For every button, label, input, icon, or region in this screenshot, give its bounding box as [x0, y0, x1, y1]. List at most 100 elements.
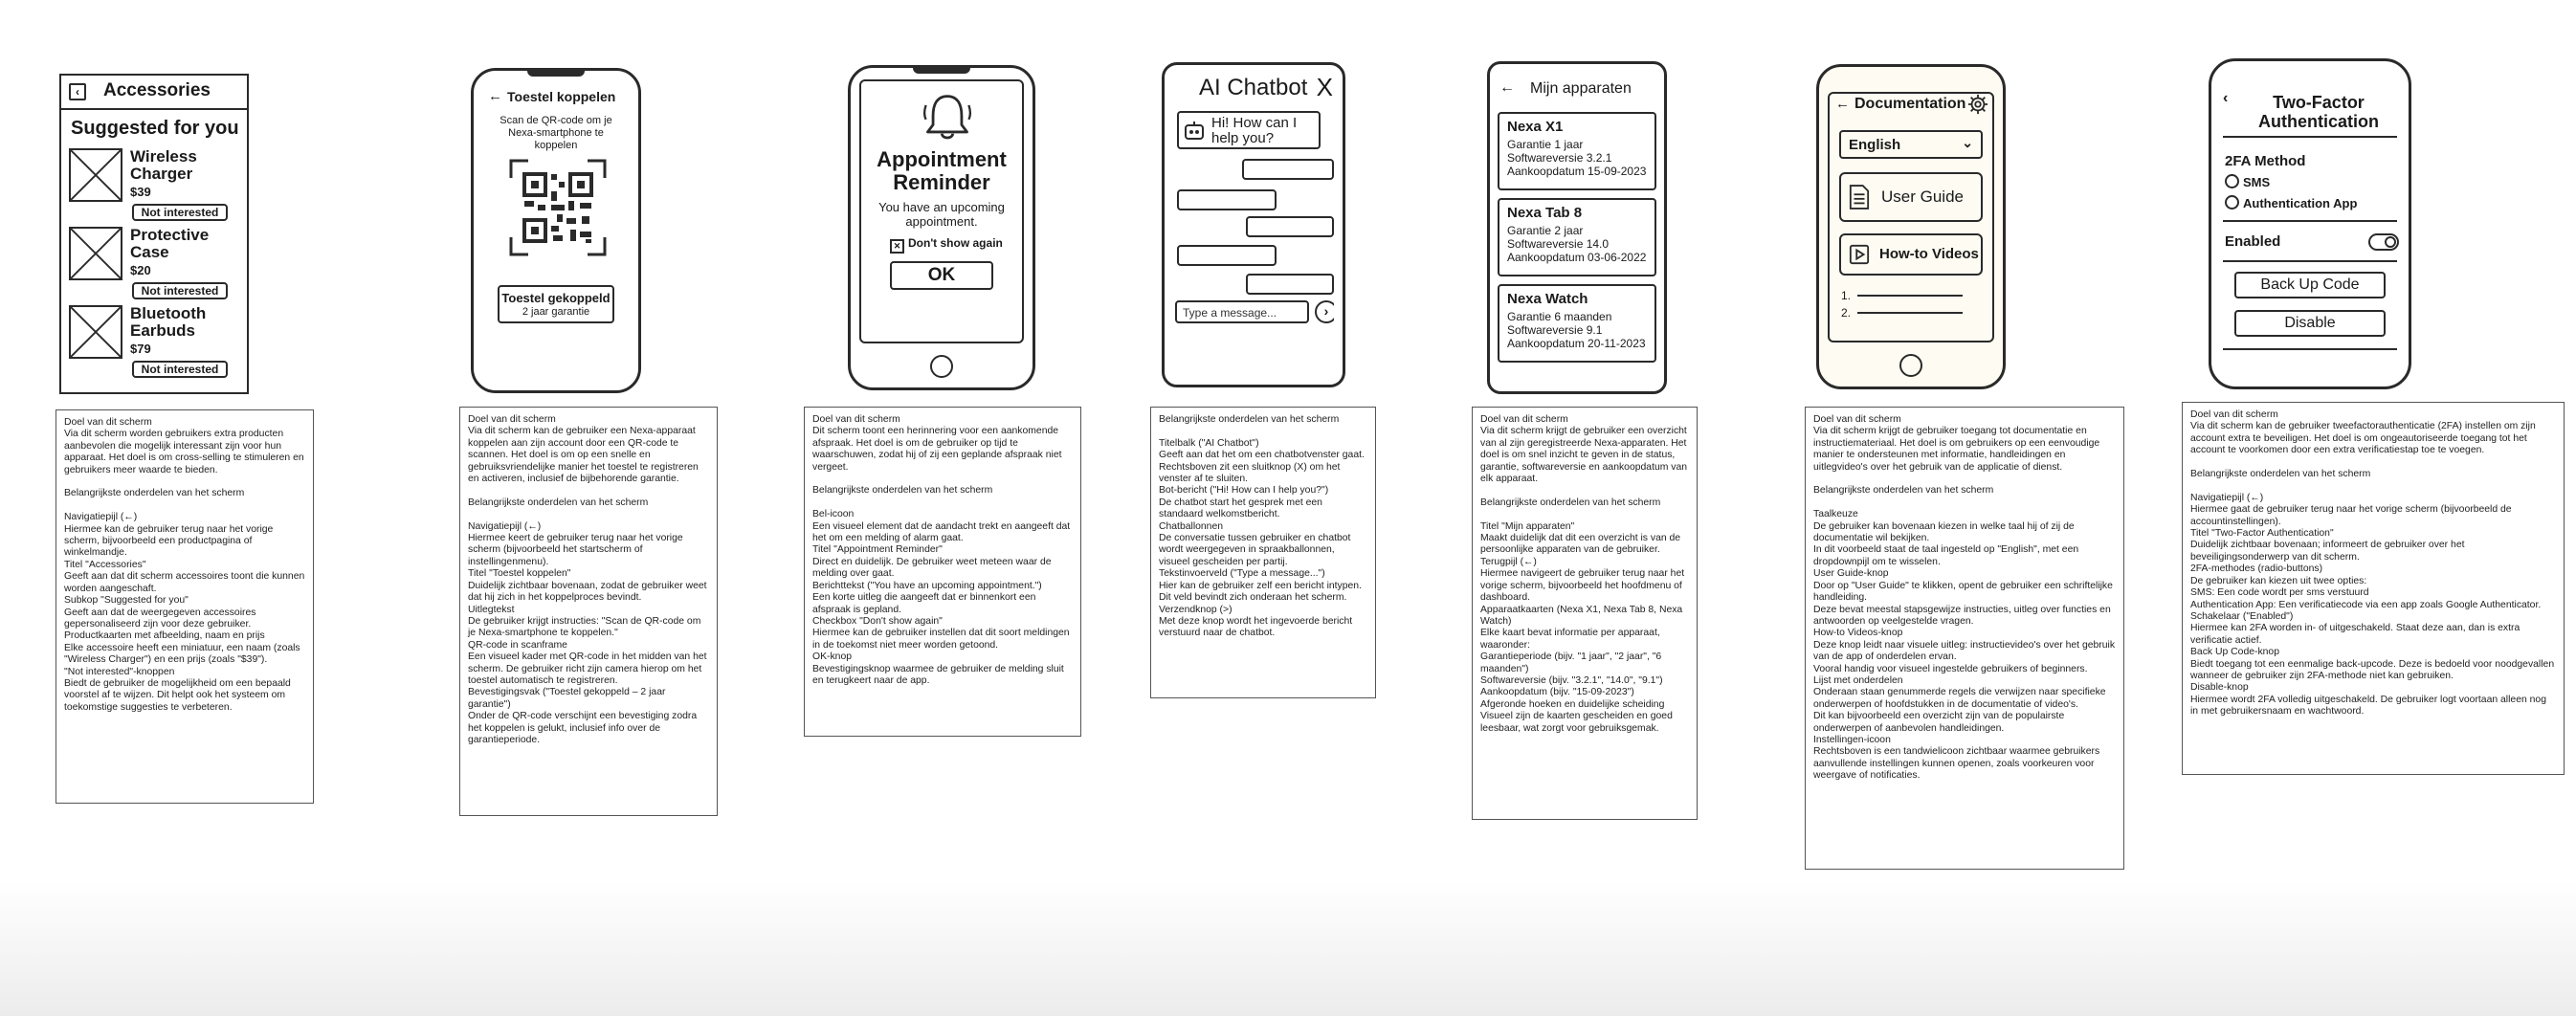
gear-icon[interactable] — [1967, 94, 1988, 115]
toggle-knob — [2385, 236, 2396, 248]
twofa-divider — [2223, 220, 2397, 222]
twofa-title: Two-Factor Authentication — [2258, 93, 2379, 131]
message-input[interactable]: Type a message... — [1175, 300, 1309, 323]
language-select[interactable]: English ⌄ — [1839, 130, 1983, 159]
back-arrow-icon[interactable]: ‹ — [2223, 90, 2228, 107]
twofa-divider — [2223, 136, 2397, 138]
product-image-placeholder — [69, 305, 122, 359]
product-price: $79 — [130, 342, 151, 356]
pair-phone: ← Toestel koppelen Scan de QR-code om je… — [471, 68, 641, 393]
topic-list-item[interactable]: 2. — [1841, 306, 1975, 320]
device-purchase-date: Aankoopdatum 15-09-2023 — [1507, 165, 1647, 178]
docs-screen: ← Documentation English ⌄ User Guide How… — [1828, 92, 1994, 342]
devices-description: Doel van dit scherm Via dit scherm krijg… — [1472, 407, 1698, 820]
product-card: Wireless Charger $39 Not interested — [69, 148, 241, 221]
device-card[interactable]: Nexa X1 Garantie 1 jaar Softwareversie 3… — [1498, 112, 1656, 190]
home-button[interactable] — [930, 355, 953, 378]
radio-sms-label: SMS — [2243, 175, 2271, 189]
chatbot-title: AI Chatbot — [1199, 75, 1308, 100]
reminder-screen: Appointment Reminder You have an upcoming… — [859, 79, 1024, 343]
close-icon[interactable]: X — [1317, 73, 1333, 102]
back-icon[interactable]: ‹ — [69, 83, 86, 100]
bot-message-bubble — [1177, 189, 1277, 210]
back-arrow-icon[interactable]: ← — [488, 88, 502, 104]
document-icon — [1849, 185, 1870, 210]
pair-title: Toestel koppelen — [507, 89, 616, 104]
accessories-wireframe: ‹ Accessories Suggested for you Wireless… — [59, 74, 249, 394]
device-software: Softwareversie 9.1 — [1507, 323, 1603, 337]
device-purchase-date: Aankoopdatum 03-06-2022 — [1507, 251, 1647, 264]
pair-status-title: Toestel gekoppeld — [501, 291, 611, 305]
list-number: 2. — [1841, 306, 1852, 320]
disable-button[interactable]: Disable — [2234, 310, 2386, 337]
twofa-divider — [2223, 260, 2397, 262]
dont-show-again-checkbox[interactable]: ✕ Don't show again — [890, 236, 1003, 254]
device-name: Nexa Tab 8 — [1507, 205, 1583, 221]
how-to-videos-label: How-to Videos — [1879, 246, 1979, 262]
product-name: Protective Case — [130, 226, 210, 261]
list-line — [1857, 312, 1964, 314]
product-card: Protective Case $20 Not interested — [69, 227, 241, 299]
pair-status-box: Toestel gekoppeld 2 jaar garantie — [498, 285, 614, 323]
device-software: Softwareversie 3.2.1 — [1507, 151, 1612, 165]
list-line — [1857, 295, 1964, 297]
chat-area: Hi! How can I help you? Type a message..… — [1173, 111, 1334, 375]
ok-button[interactable]: OK — [890, 261, 993, 290]
docs-title: Documentation — [1854, 96, 1966, 112]
bot-greeting-text: Hi! How can I help you? — [1211, 115, 1298, 146]
background-floor — [0, 880, 2576, 1016]
product-name: Wireless Charger — [130, 147, 197, 183]
not-interested-button[interactable]: Not interested — [132, 361, 228, 378]
qr-scan-frame — [509, 159, 607, 256]
phone-notch — [527, 71, 585, 77]
home-button[interactable] — [1899, 354, 1922, 377]
twofa-description: Doel van dit scherm Via dit scherm kan d… — [2182, 402, 2565, 775]
method-label: 2FA Method — [2225, 153, 2306, 169]
accessories-description: Doel van dit scherm Via dit scherm worde… — [56, 409, 314, 804]
not-interested-button[interactable]: Not interested — [132, 204, 228, 221]
phone-notch — [913, 68, 970, 74]
user-guide-button[interactable]: User Guide — [1839, 172, 1983, 222]
not-interested-button[interactable]: Not interested — [132, 282, 228, 299]
chevron-down-icon: ⌄ — [1962, 135, 1973, 150]
product-name: Bluetooth Earbuds — [130, 304, 207, 340]
product-price: $20 — [130, 263, 151, 277]
radio-auth-app[interactable]: Authentication App — [2225, 195, 2357, 210]
device-name: Nexa Watch — [1507, 291, 1588, 307]
topic-list-item[interactable]: 1. — [1841, 289, 1975, 302]
accessories-header: ‹ Accessories — [61, 76, 247, 110]
user-message-bubble — [1246, 216, 1334, 237]
bot-message-bubble — [1177, 245, 1277, 266]
product-price: $39 — [130, 185, 151, 199]
back-arrow-icon[interactable]: ← — [1499, 79, 1515, 97]
docs-phone: ← Documentation English ⌄ User Guide How… — [1816, 64, 2006, 389]
device-warranty: Garantie 2 jaar — [1507, 224, 1584, 237]
docs-description: Doel van dit scherm Via dit scherm krijg… — [1805, 407, 2124, 870]
send-icon: › — [1323, 303, 1329, 319]
pair-screen: ← Toestel koppelen Scan de QR-code om je… — [482, 82, 630, 342]
send-button[interactable]: › — [1315, 300, 1334, 323]
back-arrow-icon[interactable]: ← — [1835, 96, 1850, 112]
backup-code-button[interactable]: Back Up Code — [2234, 272, 2386, 298]
qr-code-icon — [509, 159, 607, 256]
pair-instruction: Scan de QR-code om je Nexa-smartphone te… — [500, 115, 612, 151]
device-card[interactable]: Nexa Watch Garantie 6 maanden Softwareve… — [1498, 284, 1656, 363]
checkbox-label: Don't show again — [908, 236, 1003, 250]
device-card[interactable]: Nexa Tab 8 Garantie 2 jaar Softwareversi… — [1498, 198, 1656, 276]
message-placeholder: Type a message... — [1183, 306, 1277, 320]
pair-status-sub: 2 jaar garantie — [522, 306, 590, 318]
device-warranty: Garantie 6 maanden — [1507, 310, 1612, 323]
user-guide-label: User Guide — [1881, 188, 1964, 206]
radio-sms[interactable]: SMS — [2225, 174, 2270, 189]
product-image-placeholder — [69, 227, 122, 280]
reminder-message: You have an upcoming appointment. — [878, 200, 1005, 229]
chatbot-phone: AI Chatbot X Hi! How can I help you? Typ… — [1162, 62, 1345, 387]
play-icon — [1849, 244, 1870, 265]
devices-title: Mijn apparaten — [1530, 80, 1632, 97]
list-number: 1. — [1841, 289, 1852, 302]
accessories-title: Accessories — [103, 80, 211, 100]
reminder-phone: Appointment Reminder You have an upcoming… — [848, 65, 1035, 390]
how-to-videos-button[interactable]: How-to Videos — [1839, 233, 1983, 276]
enabled-toggle[interactable] — [2368, 233, 2399, 251]
chatbot-description: Belangrijkste onderdelen van het scherm … — [1150, 407, 1376, 698]
